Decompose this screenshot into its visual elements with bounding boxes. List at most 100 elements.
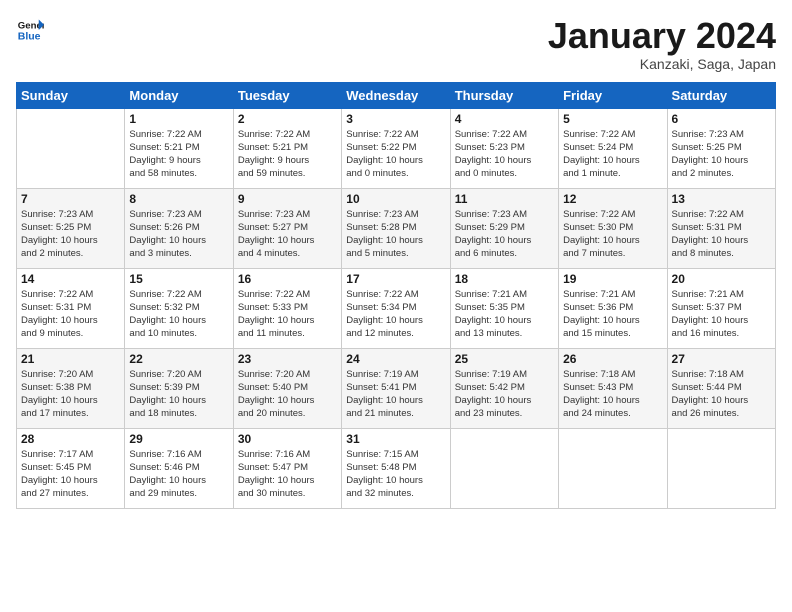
col-thursday: Thursday [450,82,558,108]
day-cell: 11Sunrise: 7:23 AMSunset: 5:29 PMDayligh… [450,188,558,268]
day-info: Sunrise: 7:22 AMSunset: 5:31 PMDaylight:… [21,288,120,341]
day-cell: 24 Sunrise: 7:19 AMSunset: 5:41 PMDayligh… [342,348,450,428]
day-number: 17 [346,272,445,286]
day-cell: 8 Sunrise: 7:23 AMSunset: 5:26 PMDaylight… [125,188,233,268]
day-number: 15 [129,272,228,286]
day-info: Sunrise: 7:20 AMSunset: 5:38 PMDaylight:… [21,368,120,421]
logo-icon: General Blue [16,16,44,44]
day-number: 2 [238,112,337,126]
day-number: 24 [346,352,445,366]
week-row-3: 14 Sunrise: 7:22 AMSunset: 5:31 PMDayligh… [17,268,776,348]
day-cell: 23 Sunrise: 7:20 AMSunset: 5:40 PMDayligh… [233,348,341,428]
day-number: 6 [672,112,771,126]
day-number: 28 [21,432,120,446]
day-number: 10 [346,192,445,206]
day-number: 9 [238,192,337,206]
day-info: Sunrise: 7:18 AMSunset: 5:43 PMDaylight:… [563,368,662,421]
page-container: General Blue January 2024 Kanzaki, Saga,… [0,0,792,517]
day-info: Sunrise: 7:22 AMSunset: 5:31 PMDaylight:… [672,208,771,261]
day-cell [667,428,775,508]
day-info: Sunrise: 7:22 AMSunset: 5:33 PMDaylight:… [238,288,337,341]
day-number: 16 [238,272,337,286]
day-cell: 16 Sunrise: 7:22 AMSunset: 5:33 PMDayligh… [233,268,341,348]
day-number: 23 [238,352,337,366]
col-tuesday: Tuesday [233,82,341,108]
day-number: 26 [563,352,662,366]
col-monday: Monday [125,82,233,108]
location: Kanzaki, Saga, Japan [548,56,776,72]
day-number: 31 [346,432,445,446]
title-block: January 2024 Kanzaki, Saga, Japan [548,16,776,72]
day-info: Sunrise: 7:22 AMSunset: 5:24 PMDaylight:… [563,128,662,181]
month-title: January 2024 [548,16,776,56]
day-info: Sunrise: 7:17 AMSunset: 5:45 PMDaylight:… [21,448,120,501]
day-number: 7 [21,192,120,206]
day-info: Sunrise: 7:18 AMSunset: 5:44 PMDaylight:… [672,368,771,421]
day-info: Sunrise: 7:23 AMSunset: 5:29 PMDaylight:… [455,208,554,261]
day-info: Sunrise: 7:22 AMSunset: 5:21 PMDaylight:… [129,128,228,181]
day-number: 29 [129,432,228,446]
day-number: 13 [672,192,771,206]
day-info: Sunrise: 7:23 AMSunset: 5:28 PMDaylight:… [346,208,445,261]
day-info: Sunrise: 7:23 AMSunset: 5:25 PMDaylight:… [21,208,120,261]
day-info: Sunrise: 7:23 AMSunset: 5:26 PMDaylight:… [129,208,228,261]
day-number: 1 [129,112,228,126]
day-cell: 31Sunrise: 7:15 AMSunset: 5:48 PMDayligh… [342,428,450,508]
day-info: Sunrise: 7:23 AMSunset: 5:27 PMDaylight:… [238,208,337,261]
day-cell: 10 Sunrise: 7:23 AMSunset: 5:28 PMDayligh… [342,188,450,268]
day-info: Sunrise: 7:16 AMSunset: 5:47 PMDaylight:… [238,448,337,501]
day-info: Sunrise: 7:20 AMSunset: 5:39 PMDaylight:… [129,368,228,421]
day-cell: 5 Sunrise: 7:22 AMSunset: 5:24 PMDaylight… [559,108,667,188]
day-number: 8 [129,192,228,206]
day-cell: 12 Sunrise: 7:22 AMSunset: 5:30 PMDayligh… [559,188,667,268]
day-cell: 6 Sunrise: 7:23 AMSunset: 5:25 PMDaylight… [667,108,775,188]
day-number: 27 [672,352,771,366]
day-cell: 21Sunrise: 7:20 AMSunset: 5:38 PMDayligh… [17,348,125,428]
day-number: 14 [21,272,120,286]
day-cell: 22 Sunrise: 7:20 AMSunset: 5:39 PMDayligh… [125,348,233,428]
day-info: Sunrise: 7:19 AMSunset: 5:41 PMDaylight:… [346,368,445,421]
day-info: Sunrise: 7:21 AMSunset: 5:36 PMDaylight:… [563,288,662,341]
day-number: 5 [563,112,662,126]
col-saturday: Saturday [667,82,775,108]
calendar-table: Sunday Monday Tuesday Wednesday Thursday… [16,82,776,509]
day-cell: 20Sunrise: 7:21 AMSunset: 5:37 PMDayligh… [667,268,775,348]
day-number: 18 [455,272,554,286]
day-cell: 19 Sunrise: 7:21 AMSunset: 5:36 PMDayligh… [559,268,667,348]
day-cell: 18 Sunrise: 7:21 AMSunset: 5:35 PMDayligh… [450,268,558,348]
logo: General Blue [16,16,44,44]
day-number: 3 [346,112,445,126]
day-number: 25 [455,352,554,366]
day-info: Sunrise: 7:20 AMSunset: 5:40 PMDaylight:… [238,368,337,421]
day-cell: 17Sunrise: 7:22 AMSunset: 5:34 PMDayligh… [342,268,450,348]
day-info: Sunrise: 7:22 AMSunset: 5:30 PMDaylight:… [563,208,662,261]
col-wednesday: Wednesday [342,82,450,108]
day-number: 30 [238,432,337,446]
week-row-5: 28 Sunrise: 7:17 AMSunset: 5:45 PMDayligh… [17,428,776,508]
day-cell: 9 Sunrise: 7:23 AMSunset: 5:27 PMDaylight… [233,188,341,268]
day-number: 22 [129,352,228,366]
day-info: Sunrise: 7:22 AMSunset: 5:23 PMDaylight:… [455,128,554,181]
week-row-1: 1 Sunrise: 7:22 AMSunset: 5:21 PMDaylight… [17,108,776,188]
day-info: Sunrise: 7:19 AMSunset: 5:42 PMDaylight:… [455,368,554,421]
day-cell: 28 Sunrise: 7:17 AMSunset: 5:45 PMDayligh… [17,428,125,508]
day-cell: 26 Sunrise: 7:18 AMSunset: 5:43 PMDayligh… [559,348,667,428]
day-number: 12 [563,192,662,206]
col-friday: Friday [559,82,667,108]
day-cell: 7 Sunrise: 7:23 AMSunset: 5:25 PMDaylight… [17,188,125,268]
day-cell [450,428,558,508]
day-info: Sunrise: 7:22 AMSunset: 5:22 PMDaylight:… [346,128,445,181]
day-cell: 14 Sunrise: 7:22 AMSunset: 5:31 PMDayligh… [17,268,125,348]
day-info: Sunrise: 7:21 AMSunset: 5:35 PMDaylight:… [455,288,554,341]
week-row-2: 7 Sunrise: 7:23 AMSunset: 5:25 PMDaylight… [17,188,776,268]
day-number: 19 [563,272,662,286]
day-cell: 3 Sunrise: 7:22 AMSunset: 5:22 PMDaylight… [342,108,450,188]
day-cell [559,428,667,508]
week-row-4: 21Sunrise: 7:20 AMSunset: 5:38 PMDayligh… [17,348,776,428]
header-row: Sunday Monday Tuesday Wednesday Thursday… [17,82,776,108]
day-info: Sunrise: 7:23 AMSunset: 5:25 PMDaylight:… [672,128,771,181]
day-cell: 29Sunrise: 7:16 AMSunset: 5:46 PMDayligh… [125,428,233,508]
day-info: Sunrise: 7:21 AMSunset: 5:37 PMDaylight:… [672,288,771,341]
col-sunday: Sunday [17,82,125,108]
day-cell: 4Sunrise: 7:22 AMSunset: 5:23 PMDaylight… [450,108,558,188]
